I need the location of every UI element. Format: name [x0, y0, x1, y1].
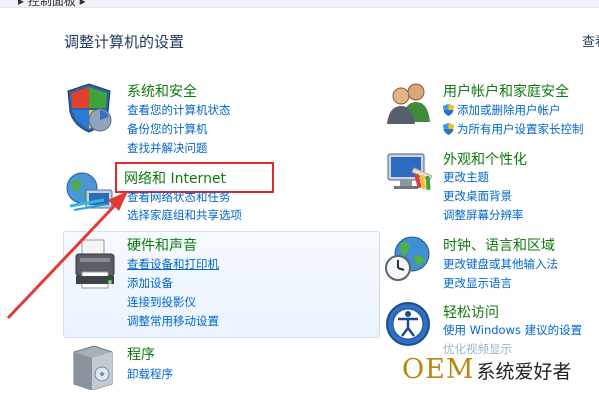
watermark-brand: OEM: [402, 354, 475, 385]
annotation-arrow: [6, 191, 128, 320]
watermark-site: 系统爱好者: [476, 361, 572, 383]
watermark: OEM 系统爱好者: [402, 354, 599, 394]
